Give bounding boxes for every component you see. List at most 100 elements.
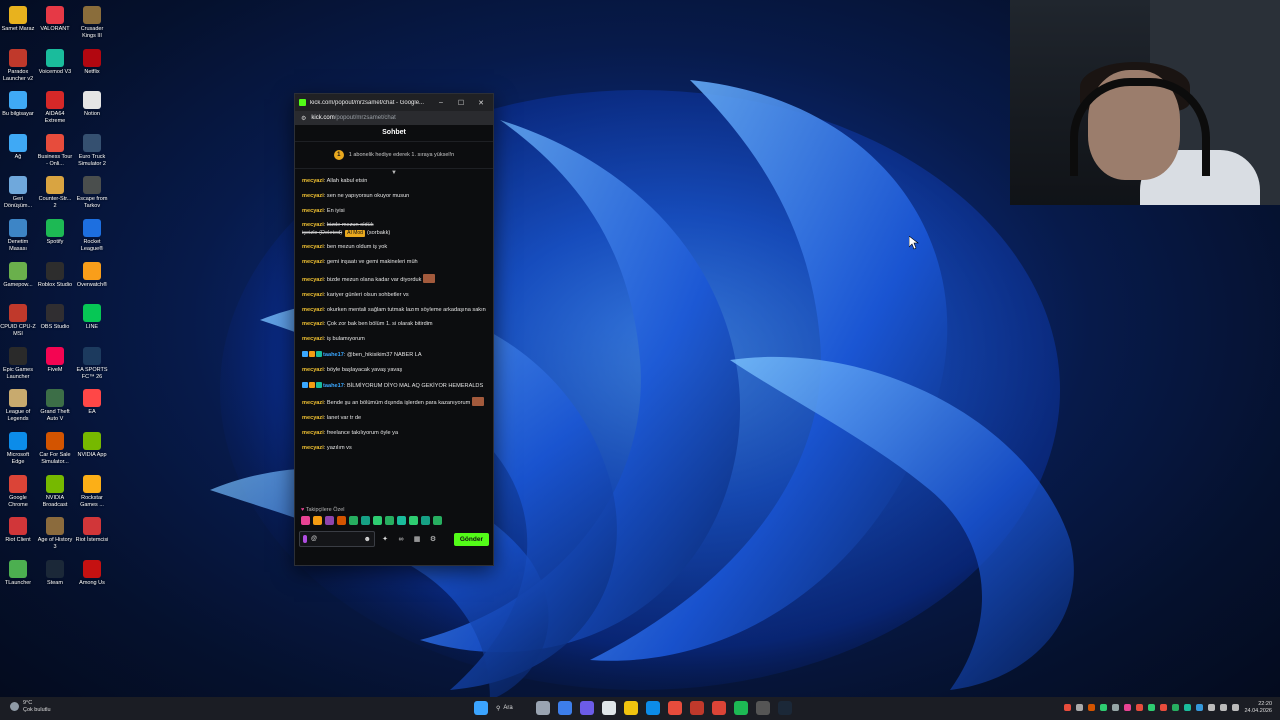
chat-username[interactable]: taahe17 [323, 352, 344, 358]
chat-message[interactable]: mecyazi: bizde mezun oldük işeizle (Delet… [302, 222, 486, 237]
chat-username[interactable]: mecyazi [302, 208, 324, 214]
chat-message[interactable]: mecyazi: böyle başlayacak yavaş yavaş [302, 367, 486, 374]
chat-message[interactable]: mecyazi: yazılım vs [302, 445, 486, 452]
chat-message[interactable]: taahe17: @ben_hikisikim37 NABER LA [302, 350, 486, 359]
tray-app-icon[interactable] [1112, 704, 1120, 711]
emote-icon[interactable] [409, 516, 418, 525]
tray-app-icon[interactable] [1232, 704, 1240, 711]
desktop-icon[interactable]: Escape from Tarkov [74, 172, 110, 210]
calendar-icon[interactable]: ▦ [411, 535, 423, 543]
chat-username[interactable]: mecyazi [302, 367, 324, 373]
chat-message[interactable]: mecyazi: iş bulamıyorum [302, 336, 486, 343]
chat-message[interactable]: taahe17: BİLMİYORUM DİYO MAL AQ GEKİYOR … [302, 381, 486, 390]
settings-gear-icon[interactable]: ⚙ [427, 535, 439, 543]
emote-icon[interactable] [373, 516, 382, 525]
desktop-icon[interactable]: Spotify [37, 215, 73, 246]
desktop-icon[interactable]: TLauncher [0, 556, 36, 587]
emote-icon[interactable] [349, 516, 358, 525]
desktop-icon[interactable]: OBS Studio [37, 300, 73, 331]
chat-message[interactable]: mecyazi: okurken mentali sağlam tutmak l… [302, 307, 486, 314]
minimize-button[interactable]: – [433, 99, 449, 106]
chat-message[interactable]: mecyazi: gemi inşaatı ve gemi makineleri… [302, 259, 486, 266]
emote-icon[interactable] [385, 516, 394, 525]
desktop-icon[interactable]: Rocket League® [74, 215, 110, 253]
emote-icon[interactable] [421, 516, 430, 525]
emote-icon[interactable] [361, 516, 370, 525]
adobe-icon[interactable] [690, 701, 704, 715]
tray-app-icon[interactable] [1172, 704, 1180, 711]
pinned-toggle-icon[interactable]: ▼ [295, 169, 493, 178]
chat-popout-window[interactable]: kick.com/popout/mrzsamet/chat - Google..… [294, 93, 494, 566]
chat-username[interactable]: mecyazi [302, 400, 324, 406]
desktop-icon[interactable]: Paradox Launcher v2 [0, 45, 36, 83]
desktop-icon[interactable]: Notion [74, 87, 110, 118]
tray-app-icon[interactable] [1088, 704, 1096, 711]
desktop-icon[interactable]: Bu bilgisayar [0, 87, 36, 118]
chat-message[interactable]: mecyazi: lanet var tr de [302, 415, 486, 422]
desktop-icon[interactable]: Microsoft Edge [0, 428, 36, 466]
emote-icon[interactable] [337, 516, 346, 525]
desktop-icon[interactable]: CPUID CPU-Z MSI [0, 300, 36, 338]
desktop-icon[interactable]: Crusader Kings III [74, 2, 110, 40]
desktop-icon[interactable]: Roblox Studio [37, 258, 73, 289]
edge-icon[interactable] [646, 701, 660, 715]
desktop-icon[interactable]: League of Legends [0, 385, 36, 423]
tray-app-icon[interactable] [1076, 704, 1084, 711]
chat-username[interactable]: mecyazi [302, 445, 324, 451]
desktop-icon[interactable]: AIDA64 Extreme [37, 87, 73, 125]
acrobat-icon[interactable] [668, 701, 682, 715]
maximize-button[interactable]: ☐ [453, 99, 469, 107]
desktop-icon[interactable]: NVIDIA App [74, 428, 110, 459]
desktop-icon[interactable]: Netflix [74, 45, 110, 76]
explorer-icon[interactable] [624, 701, 638, 715]
close-button[interactable]: ✕ [473, 99, 489, 107]
chat-username[interactable]: mecyazi [302, 430, 324, 436]
desktop-icon[interactable]: Geri Dönüşüm... [0, 172, 36, 210]
desktop-icon[interactable]: Samet Maraz [0, 2, 36, 33]
desktop-icon[interactable]: NVIDIA Broadcast [37, 471, 73, 509]
desktop-icon[interactable]: Epic Games Launcher [0, 343, 36, 381]
tray-app-icon[interactable] [1196, 704, 1204, 711]
chat-username[interactable]: mecyazi [302, 178, 324, 184]
desktop-icon[interactable]: EA SPORTS FC™ 26 [74, 343, 110, 381]
tray-app-icon[interactable] [1148, 704, 1156, 711]
emote-icon[interactable] [301, 516, 310, 525]
send-button[interactable]: Gönder [453, 532, 489, 546]
chat-message[interactable]: mecyazi: kariyer günleri olsun sohbetler… [302, 292, 486, 299]
desktop-icon[interactable]: Voicemod V3 [37, 45, 73, 76]
desktop-icon[interactable]: Riot İstemcisi [74, 513, 110, 544]
taskbar-search[interactable]: ⚲ Ara [496, 705, 528, 712]
emote-icon[interactable] [433, 516, 442, 525]
chat-username[interactable]: mecyazi [302, 222, 324, 228]
clock[interactable]: 22:20 24.04.2026 [1244, 701, 1272, 714]
chat-message-list[interactable]: mecyazi: Allah kabul etsin mecyazi: sen n… [295, 178, 493, 506]
desktop-icon[interactable]: Grand Theft Auto V [37, 385, 73, 423]
spotify-icon[interactable] [734, 701, 748, 715]
chat-username[interactable]: mecyazi [302, 193, 324, 199]
emoji-icon[interactable]: ☻ [364, 536, 371, 543]
notepad-icon[interactable] [602, 701, 616, 715]
tray-app-icon[interactable] [1124, 704, 1132, 711]
desktop-icon[interactable]: Google Chrome [0, 471, 36, 509]
chat-username[interactable]: mecyazi [302, 321, 324, 327]
tray-app-icon[interactable] [1100, 704, 1108, 711]
desktop-icon[interactable]: Car For Sale Simulator... [37, 428, 73, 466]
desktop-icon[interactable]: EA [74, 385, 110, 416]
desktop-icon[interactable]: Steam [37, 556, 73, 587]
chat-message[interactable]: mecyazi: ben mezun oldum iş yok [302, 244, 486, 251]
desktop-icon[interactable]: Counter-Str... 2 [37, 172, 73, 210]
gift-goal-banner[interactable]: 1 1 abonelik hediye ederek 1. sıraya yük… [295, 142, 493, 169]
chat-message[interactable]: mecyazi: Allah kabul etsin [302, 178, 486, 185]
chat-message[interactable]: mecyazi: freelance takılıyorum öyle ya [302, 430, 486, 437]
weather-widget[interactable]: 9°C Çok bulutlu [10, 700, 51, 713]
chat-message[interactable]: mecyazi: En iyisi [302, 208, 486, 215]
chat-username[interactable]: mecyazi [302, 415, 324, 421]
emote-bar[interactable] [295, 515, 493, 528]
infinity-icon[interactable]: ∞ [395, 536, 407, 543]
chat-message[interactable]: mecyazi: bizde mezun olana kadar var diy… [302, 273, 486, 284]
address-bar[interactable]: ⚙ kick.com/popout/mrzsamet/chat [295, 111, 493, 125]
tray-app-icon[interactable] [1064, 704, 1072, 711]
emote-icon[interactable] [325, 516, 334, 525]
chat-message[interactable]: mecyazi: Bende şu an bölümüm dışında işl… [302, 397, 486, 407]
chat-username[interactable]: mecyazi [302, 277, 324, 283]
